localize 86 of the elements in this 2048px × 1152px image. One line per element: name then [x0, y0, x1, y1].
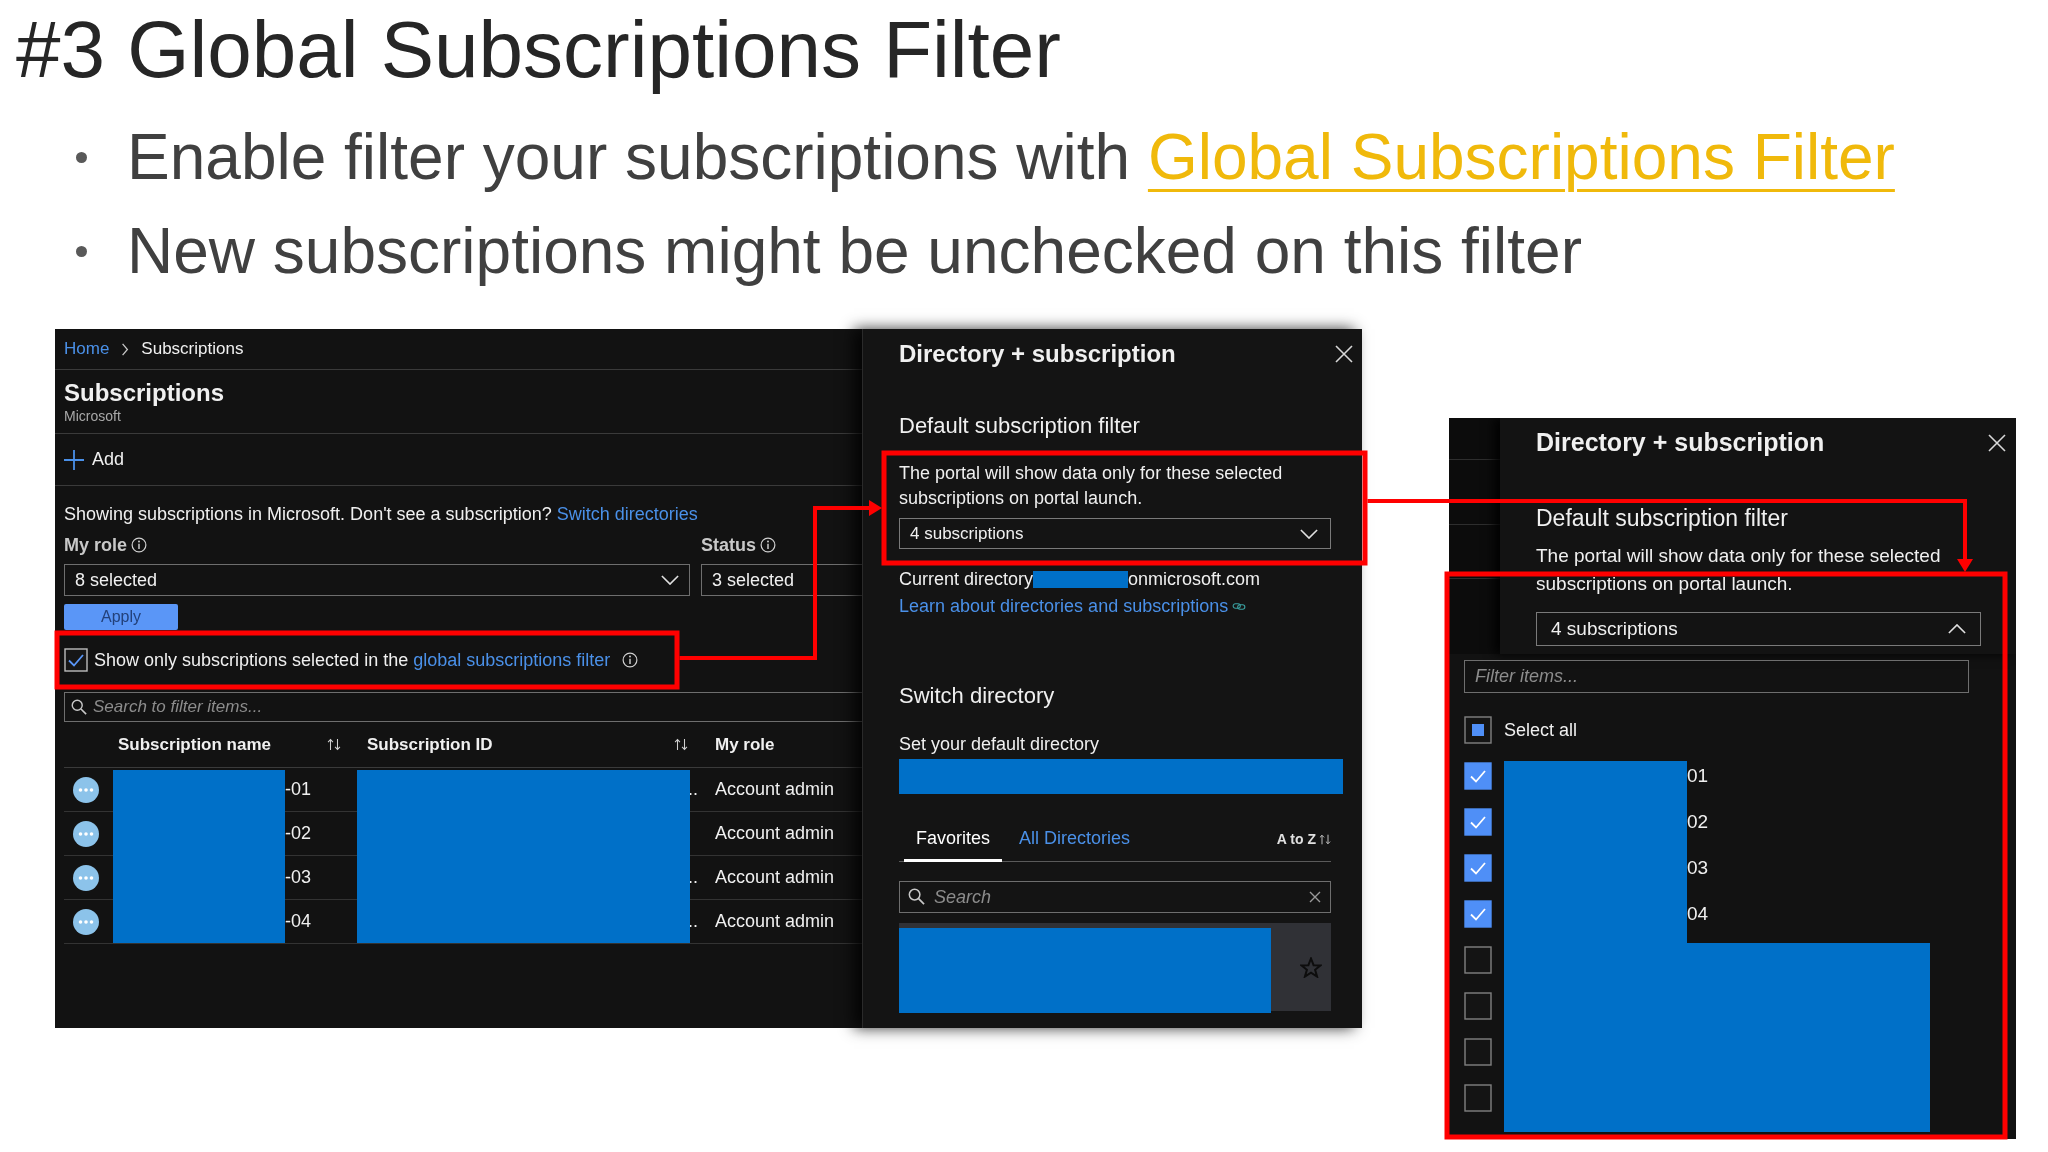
column-header[interactable]: My role	[715, 731, 775, 758]
checkbox-label: 01	[1687, 763, 1709, 788]
table-cell-text: -01	[285, 778, 311, 801]
chevron-down-icon	[661, 575, 679, 585]
plus-icon	[64, 449, 84, 470]
checkbox-label: Show only subscriptions selected in the global subscriptions filter	[94, 648, 611, 672]
info-text: Showing subscriptions in Microsoft. Don't see a subscription? Switch directories	[64, 503, 698, 525]
table-cell-text: Account admin	[715, 778, 835, 801]
sort-icon	[1319, 834, 1331, 845]
bullet-icon	[76, 152, 87, 163]
checkbox[interactable]	[1464, 716, 1492, 744]
checkbox[interactable]	[1464, 854, 1492, 882]
close-icon[interactable]	[1988, 434, 2006, 452]
bullet-text: New subscriptions might be unchecked on this filter	[127, 214, 1582, 289]
info-icon	[131, 537, 148, 553]
search-field[interactable]: Search	[899, 881, 1331, 913]
breadcrumb-link[interactable]: Home	[64, 336, 110, 362]
filter-label: Status	[701, 533, 756, 557]
checkbox[interactable]	[1464, 1084, 1492, 1112]
section-heading: Default subscription filter	[899, 413, 1140, 439]
chevron-right-icon	[121, 342, 130, 356]
clear-icon[interactable]	[1309, 891, 1321, 903]
close-icon[interactable]	[1335, 345, 1353, 363]
table-cell-text: Account admin	[715, 910, 835, 933]
page-subtitle: Microsoft	[64, 406, 121, 425]
directory-card[interactable]	[899, 923, 1331, 1011]
info-icon	[760, 537, 776, 553]
section-heading: Switch directory	[899, 682, 1055, 710]
bullet-icon	[76, 246, 87, 257]
filter-label: My role	[64, 533, 128, 557]
ellipsis-icon[interactable]	[73, 908, 99, 935]
switch-directories-link[interactable]: Switch directories	[556, 504, 698, 524]
page-title: Subscriptions	[64, 378, 225, 407]
description-text: The portal will show data only for these selected subscriptions on portal launch.	[899, 462, 1284, 510]
column-header[interactable]: Subscription ID	[367, 731, 493, 758]
slide-title: #3 Global Subscriptions Filter	[16, 8, 1061, 92]
table-cell-text: ..	[688, 910, 698, 933]
checkbox[interactable]	[1464, 1038, 1492, 1066]
search-icon	[908, 888, 925, 905]
dropdown[interactable]: 4 subscriptions	[1536, 612, 1981, 646]
sort-icon[interactable]	[327, 738, 341, 751]
search-field[interactable]: Search to filter items...	[64, 692, 862, 722]
breadcrumb-current: Subscriptions	[141, 338, 244, 361]
description-text: The portal will show data only for these selected subscriptions on portal launch.	[1536, 544, 1942, 596]
checkbox[interactable]	[1464, 992, 1492, 1020]
table-cell-text: Account admin	[715, 822, 835, 845]
checkbox[interactable]	[1464, 900, 1492, 928]
panel-title: Directory + subscription	[899, 339, 1176, 369]
checkbox-label: 02	[1687, 809, 1709, 834]
table-cell-text: Account admin	[715, 866, 835, 889]
table-cell-text: -03	[285, 866, 311, 889]
ellipsis-icon[interactable]	[73, 864, 99, 891]
checkbox-label: 04	[1687, 901, 1709, 926]
dropdown[interactable]: 4 subscriptions	[899, 518, 1331, 549]
link-icon	[1232, 601, 1247, 611]
directory-label: Current directory	[899, 567, 1034, 591]
tab[interactable]: All Directories	[1007, 818, 1143, 862]
sort-icon[interactable]	[674, 738, 688, 751]
filter-field[interactable]: Filter items...	[1464, 660, 1969, 693]
add-button[interactable]: Add	[64, 446, 125, 473]
table-cell-text: -02	[285, 822, 311, 845]
field-label: Set your default directory	[899, 733, 1100, 755]
dropdown[interactable]: 8 selected	[64, 564, 690, 596]
filter-link[interactable]: global subscriptions filter	[413, 649, 611, 670]
table-cell-text: -04	[285, 910, 311, 933]
info-icon	[622, 652, 639, 668]
panel-title: Directory + subscription	[1536, 427, 1825, 459]
table-cell-text: ..	[688, 866, 698, 889]
column-header[interactable]: Subscription name	[118, 731, 272, 758]
checkbox[interactable]	[1464, 762, 1492, 790]
checkbox[interactable]	[1464, 808, 1492, 836]
section-heading: Default subscription filter	[1536, 506, 1788, 530]
table-cell-text: ..	[688, 778, 698, 801]
star-icon[interactable]	[1300, 956, 1322, 978]
search-icon	[71, 699, 87, 715]
ellipsis-icon[interactable]	[73, 776, 99, 803]
checkbox-label: 03	[1687, 855, 1709, 880]
directory-domain: onmicrosoft.com	[1128, 567, 1261, 591]
learn-link[interactable]: Learn about directories and subscriptions	[899, 592, 1229, 620]
checkbox-label: Select all	[1504, 718, 1578, 742]
sort-button[interactable]: A to Z	[1276, 818, 1331, 861]
ellipsis-icon[interactable]	[73, 820, 99, 847]
bullet-text: Enable filter your subscriptions with Global Subscriptions Filter	[127, 120, 1895, 195]
checkbox[interactable]	[1464, 946, 1492, 974]
checkbox[interactable]	[64, 648, 88, 672]
tab[interactable]: Favorites	[904, 818, 1003, 862]
